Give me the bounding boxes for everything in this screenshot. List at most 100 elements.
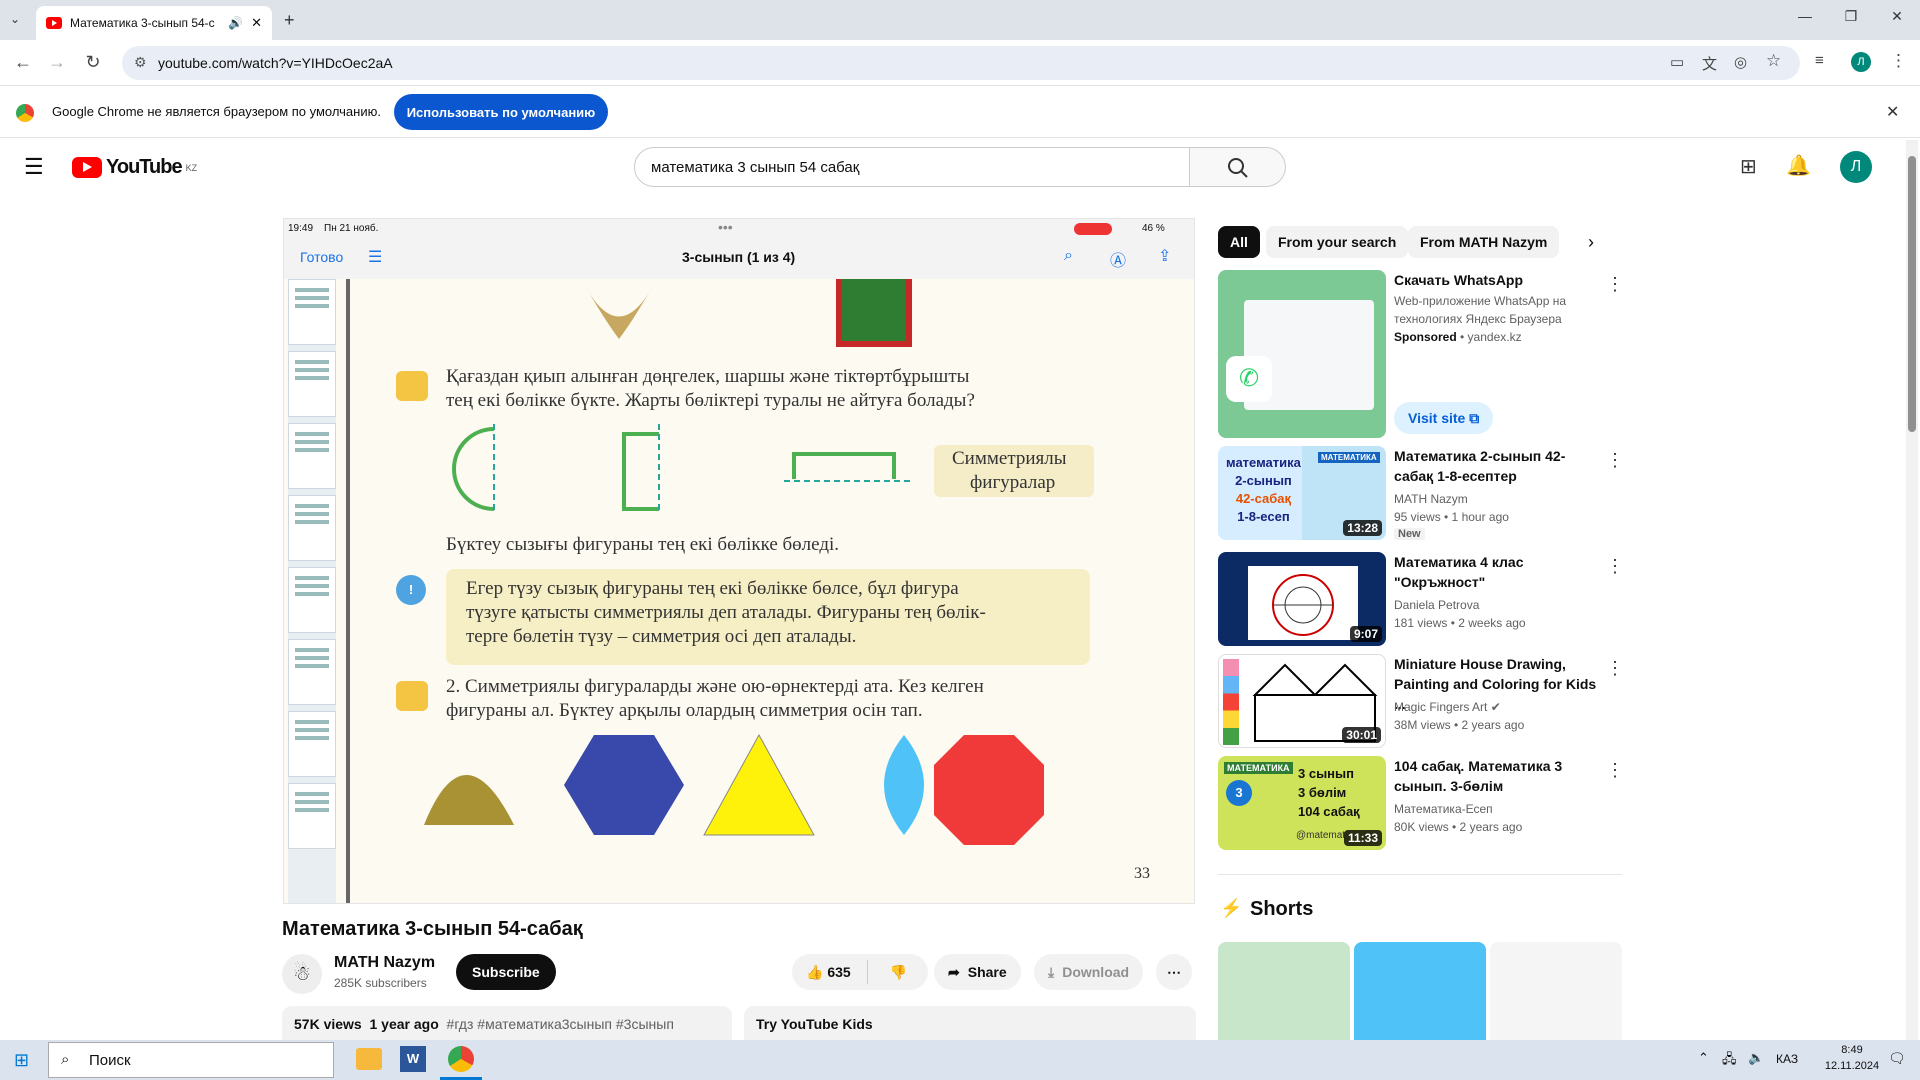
status-date: Пн 21 нояб.: [324, 223, 379, 234]
clock-date: 12.11.2024: [1824, 1060, 1880, 1072]
browser-tab[interactable]: Математика 3-сынып 54-с 🔊 ✕: [36, 6, 272, 40]
language-indicator[interactable]: КАЗ: [1776, 1052, 1798, 1066]
short-thumbnail[interactable]: [1354, 942, 1486, 1040]
chip-all[interactable]: All: [1218, 226, 1260, 258]
thumb-text-line: математика: [1226, 455, 1301, 470]
youtube-logo[interactable]: YouTube KZ: [72, 156, 197, 179]
video-thumbnail[interactable]: 30:01: [1218, 654, 1386, 748]
banner-close-icon[interactable]: ✕: [1886, 102, 1899, 122]
network-icon[interactable]: 🖧: [1722, 1050, 1737, 1072]
audio-icon[interactable]: 🔊: [228, 16, 243, 30]
new-tab-button[interactable]: +: [284, 10, 295, 31]
scrollbar-thumb[interactable]: [1908, 156, 1916, 432]
minimize-button[interactable]: —: [1782, 8, 1828, 32]
translate-icon[interactable]: 文: [1702, 53, 1717, 74]
related-video[interactable]: 9:07 Математика 4 клас "Окръжност" Danie…: [1218, 552, 1628, 646]
video-thumbnail[interactable]: 9:07: [1218, 552, 1386, 646]
hashtags[interactable]: #гдз #математика3сынып #3сынып: [447, 1016, 674, 1032]
word-icon[interactable]: W: [400, 1046, 426, 1072]
volume-icon[interactable]: 🔈: [1748, 1050, 1764, 1066]
clock[interactable]: 8:49 12.11.2024: [1822, 1044, 1882, 1072]
reload-icon[interactable]: ↻: [82, 52, 104, 73]
channel-name[interactable]: MATH Nazym: [334, 954, 435, 972]
chrome-menu-icon[interactable]: ⋮: [1890, 51, 1907, 71]
taskbar-search[interactable]: ⌕ Поиск: [48, 1042, 334, 1078]
youtube-wordmark: YouTube: [106, 156, 183, 178]
download-button[interactable]: ⤓ Download: [1034, 954, 1144, 990]
related-video[interactable]: МАТЕМАТИКА 3 3 сынып 3 бөлім 104 сабақ @…: [1218, 756, 1628, 850]
video-thumbnail[interactable]: МАТЕМАТИКА 3 3 сынып 3 бөлім 104 сабақ @…: [1218, 756, 1386, 850]
video-channel[interactable]: MATH Nazym: [1394, 492, 1468, 506]
ad-card[interactable]: ✆ Скачать WhatsApp Web-приложение WhatsA…: [1218, 270, 1628, 438]
search-button[interactable]: [1190, 147, 1286, 187]
more-actions-button[interactable]: ⋯: [1156, 954, 1192, 990]
status-time: 19:49: [288, 223, 314, 234]
back-icon[interactable]: ←: [12, 52, 34, 73]
video-channel[interactable]: Magic Fingers Art ✔: [1394, 700, 1501, 714]
chip-from-channel[interactable]: From MATH Nazym: [1408, 226, 1560, 258]
media-icon[interactable]: ≡: [1815, 52, 1824, 69]
short-thumbnail[interactable]: [1218, 942, 1350, 1040]
windows-start-icon[interactable]: ⊞: [14, 1050, 29, 1071]
window-close-button[interactable]: ✕: [1874, 8, 1920, 32]
video-title[interactable]: 104 сабақ. Математика 3 сынып. 3-бөлім: [1394, 756, 1600, 796]
sponsored-label: Sponsored: [1394, 330, 1457, 344]
related-video[interactable]: математика 2-сынып 42-сабақ 1-8-есеп МАТ…: [1218, 446, 1628, 540]
video-title[interactable]: Математика 2-сынып 42-сабақ 1-8-есептер: [1394, 446, 1600, 486]
video-thumbnail[interactable]: математика 2-сынып 42-сабақ 1-8-есеп МАТ…: [1218, 446, 1386, 540]
video-more-icon[interactable]: ⋮: [1606, 760, 1624, 781]
video-title[interactable]: Математика 4 клас "Окръжност": [1394, 552, 1600, 592]
channel-avatar[interactable]: ☃: [282, 954, 322, 994]
tray-expand-icon[interactable]: ⌃: [1698, 1050, 1709, 1066]
related-video[interactable]: 30:01 Miniature House Drawing, Painting …: [1218, 654, 1628, 748]
file-explorer-icon[interactable]: [356, 1048, 382, 1070]
profile-avatar[interactable]: Л: [1851, 52, 1871, 72]
description-box[interactable]: 57K views 1 year ago #гдз #математика3сы…: [282, 1006, 732, 1040]
chrome-taskbar-icon[interactable]: [448, 1046, 474, 1072]
notification-center-icon[interactable]: 🗨: [1888, 1050, 1906, 1067]
account-avatar[interactable]: Л: [1840, 151, 1872, 183]
dislike-button[interactable]: 👎: [876, 964, 921, 981]
eye-off-icon[interactable]: ◎: [1734, 53, 1747, 71]
subscribe-button[interactable]: Subscribe: [456, 954, 556, 990]
address-bar[interactable]: youtube.com/watch?v=YIHDcOec2aA: [122, 46, 1800, 80]
bookmark-star-icon[interactable]: ☆: [1766, 51, 1781, 71]
video-channel[interactable]: Математика-Есеп: [1394, 802, 1493, 816]
tab-search-icon[interactable]: ⌄: [10, 12, 20, 26]
video-player[interactable]: 19:49 Пн 21 нояб. ••• 46 % Готово ☰ 3-сы…: [283, 218, 1195, 904]
restore-button[interactable]: ❐: [1828, 8, 1874, 32]
visit-site-button[interactable]: Visit site ⧉: [1394, 402, 1494, 434]
youtube-kids-banner[interactable]: Try YouTube Kids: [744, 1006, 1196, 1040]
thumb-text-line: 1-8-есеп: [1237, 509, 1290, 524]
hamburger-menu-icon[interactable]: ☰: [24, 154, 44, 180]
share-button[interactable]: ➦ Share: [934, 954, 1021, 990]
site-info-icon[interactable]: ⚙: [134, 54, 147, 71]
forward-icon[interactable]: →: [46, 52, 68, 73]
thumbs-down-icon: 👎: [889, 963, 908, 980]
install-icon[interactable]: ▭: [1670, 53, 1684, 71]
video-more-icon[interactable]: ⋮: [1606, 658, 1624, 679]
thumb-text-line: 2-сынып: [1235, 473, 1292, 488]
video-channel[interactable]: Daniela Petrova: [1394, 598, 1479, 612]
create-icon[interactable]: ⊞: [1740, 154, 1757, 179]
set-default-button[interactable]: Использовать по умолчанию: [394, 94, 608, 130]
short-thumbnail[interactable]: [1490, 942, 1622, 1040]
youtube-play-icon: [72, 157, 102, 178]
search-input[interactable]: математика 3 сынып 54 сабақ: [634, 147, 1190, 187]
tab-close-icon[interactable]: ✕: [251, 15, 262, 31]
video-more-icon[interactable]: ⋮: [1606, 450, 1624, 471]
new-badge: New: [1394, 528, 1425, 540]
video-more-icon[interactable]: ⋮: [1606, 556, 1624, 577]
chip-from-search[interactable]: From your search: [1266, 226, 1409, 258]
like-button[interactable]: 👍 635: [792, 964, 851, 981]
ornament-square-icon: [836, 279, 912, 347]
page-thumbnail: [288, 567, 336, 633]
ad-thumbnail[interactable]: ✆: [1218, 270, 1386, 438]
ad-title[interactable]: Скачать WhatsApp: [1394, 270, 1600, 290]
ad-more-icon[interactable]: ⋮: [1606, 274, 1624, 295]
battery-text: 46 %: [1142, 223, 1165, 234]
chips-next-icon[interactable]: ›: [1588, 232, 1594, 253]
notifications-bell-icon[interactable]: 🔔: [1786, 153, 1811, 178]
task-icon: [396, 371, 428, 401]
paragraph-1b: тең екі бөлікке бүкте. Жарты бөліктері т…: [446, 390, 975, 411]
